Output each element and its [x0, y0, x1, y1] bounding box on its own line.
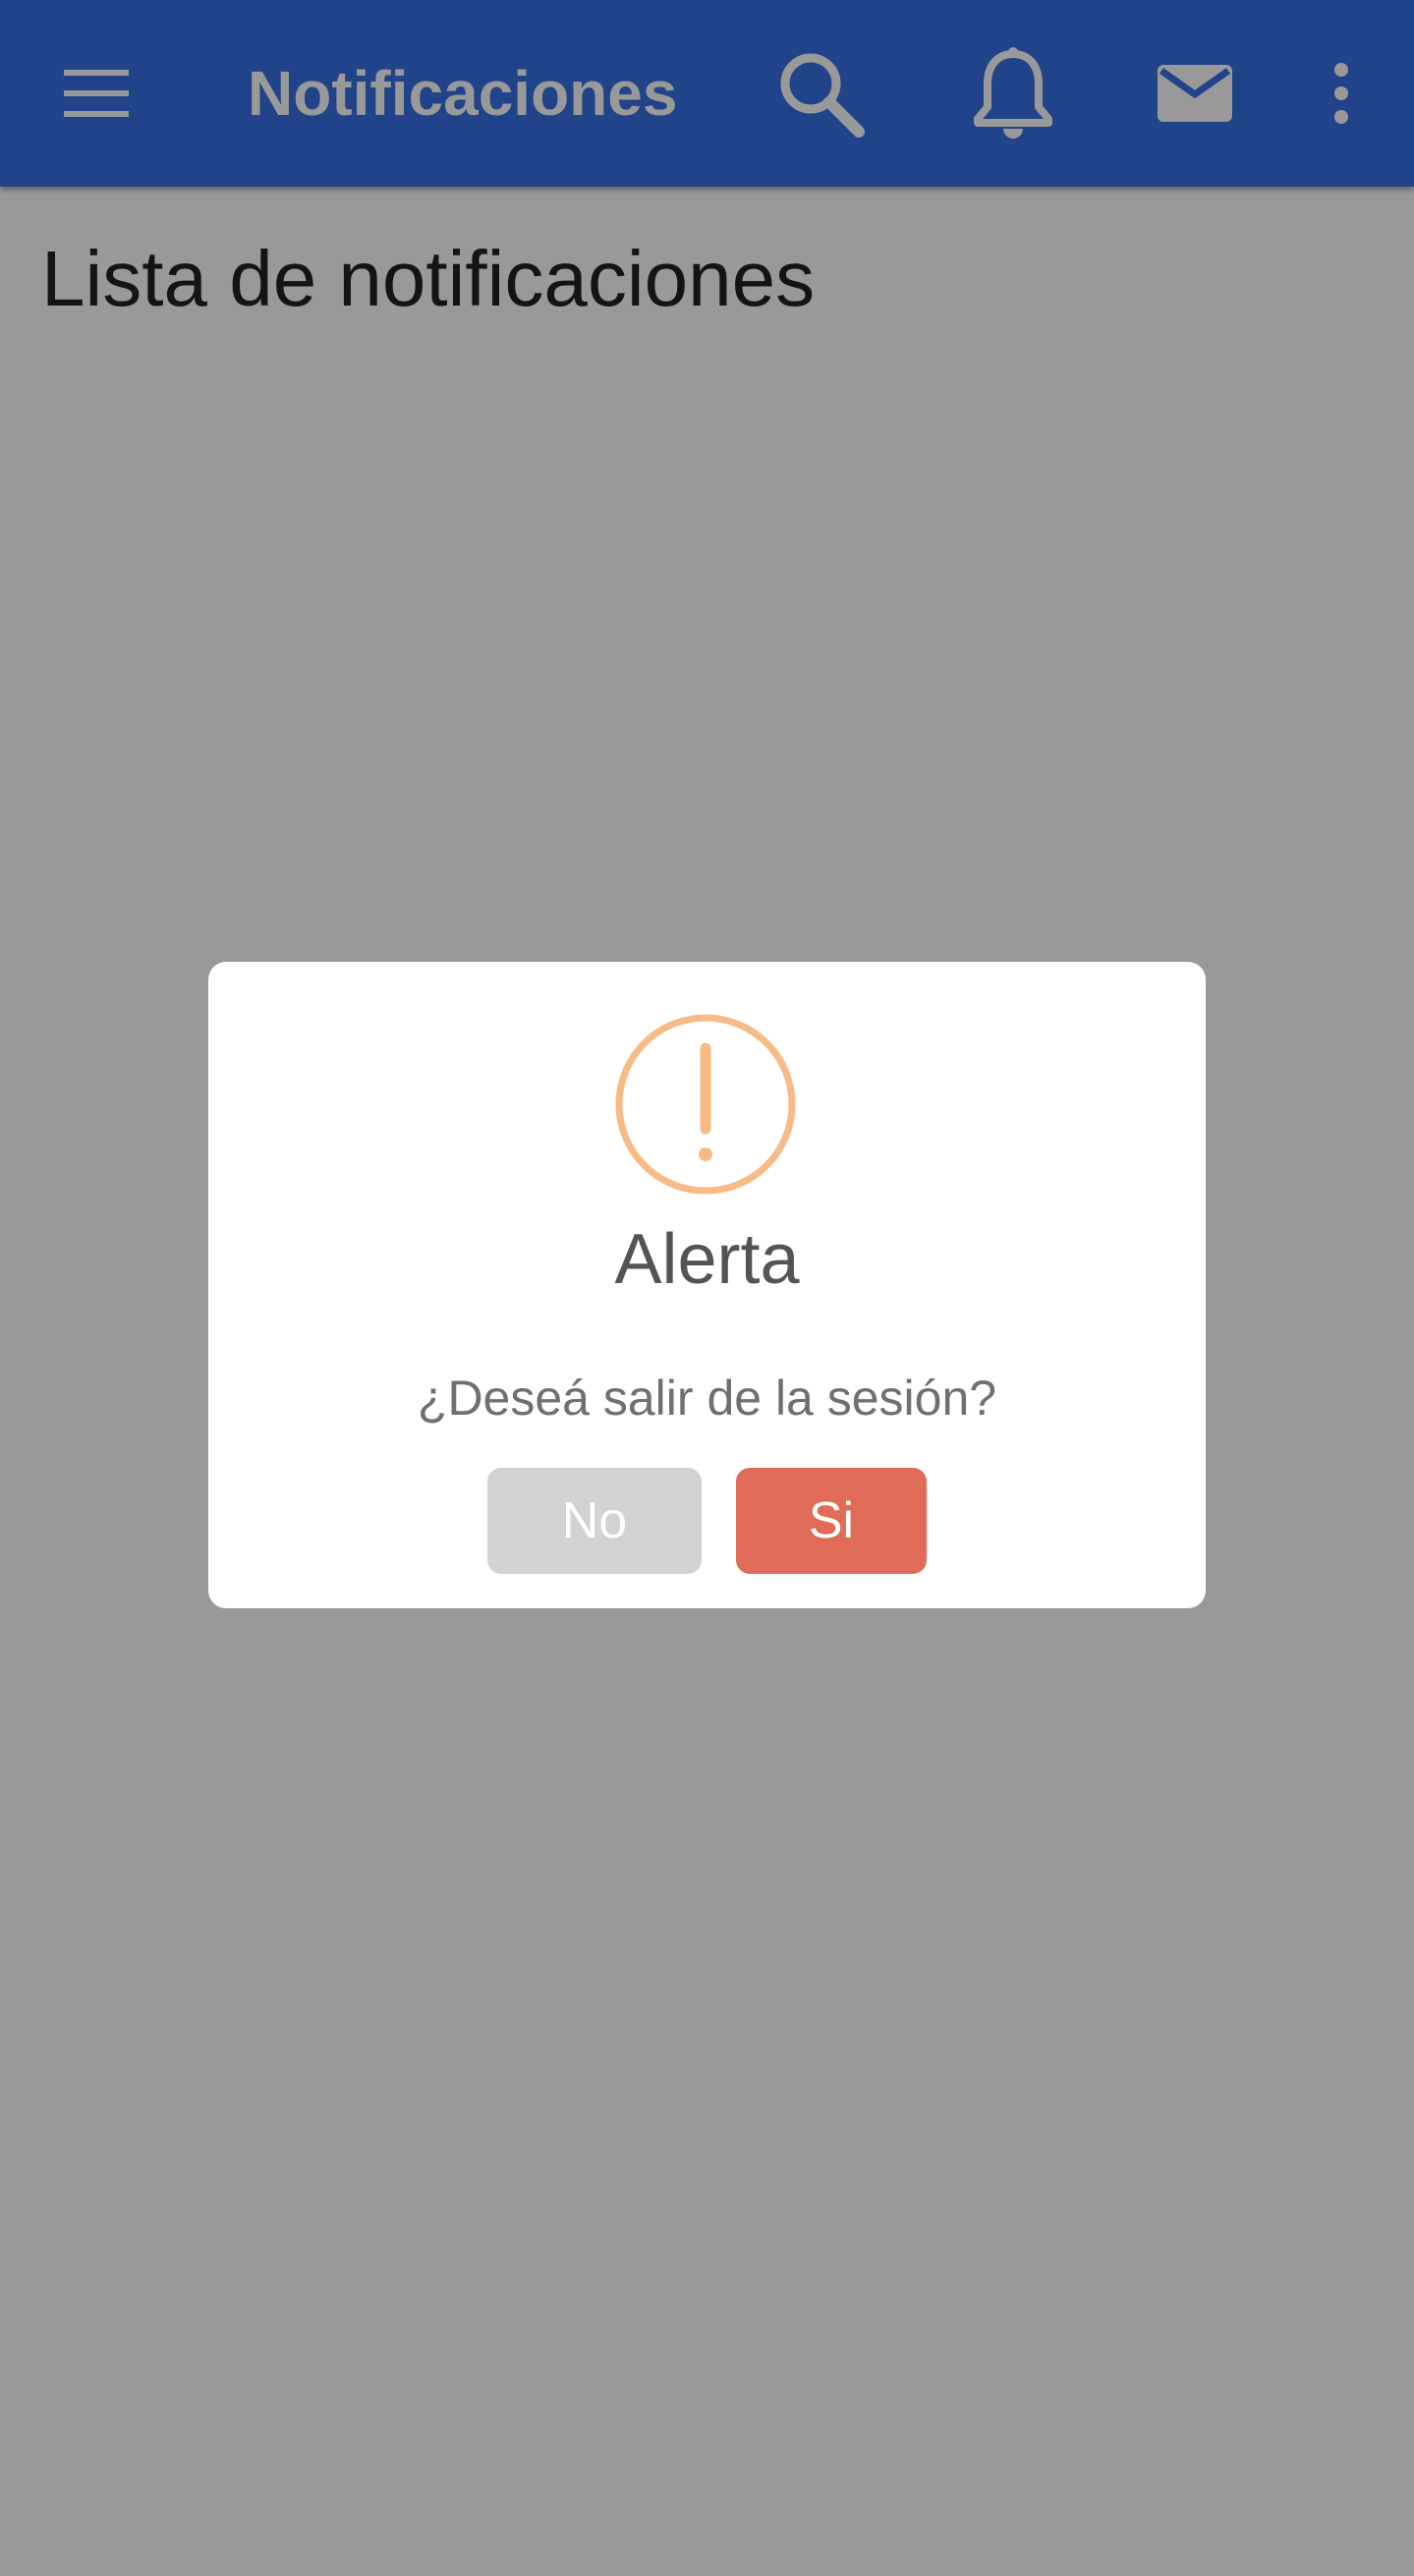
alert-dialog: Alerta ¿Deseá salir de la sesión? No Si: [208, 962, 1206, 1608]
dialog-message: ¿Deseá salir de la sesión?: [417, 1371, 997, 1426]
yes-button[interactable]: Si: [736, 1468, 927, 1574]
exclamation-circle-icon: [615, 1014, 796, 1195]
no-button[interactable]: No: [487, 1468, 702, 1574]
dialog-title: Alerta: [614, 1220, 800, 1299]
